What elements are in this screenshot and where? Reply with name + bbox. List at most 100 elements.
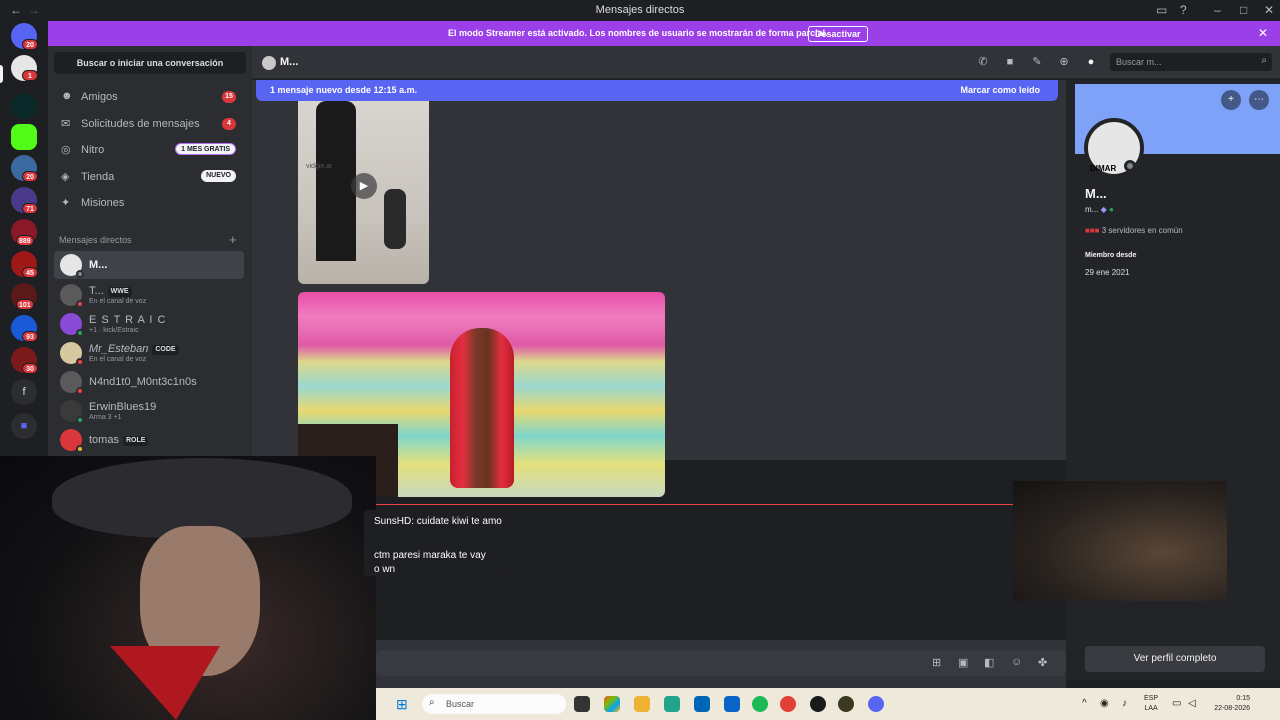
video-attachment[interactable]: vidgie.ai ▶ [298,101,429,284]
dm-item[interactable]: M... [54,251,244,279]
new-messages-bar[interactable]: 1 mensaje nuevo desde 12:15 a.m. Marcar … [256,80,1058,101]
new-messages-divider [376,504,1066,505]
message-input[interactable]: ⊞ ▣ ◧ ☺ ✤ [376,650,1066,676]
discord-icon[interactable] [868,696,884,712]
secondary-webcam-overlay [1013,481,1227,601]
new-messages-text: 1 mensaje nuevo desde 12:15 a.m. [270,85,418,95]
chevron-up-icon[interactable]: ^ [1082,698,1087,709]
dm-item[interactable]: E S T R A I C +1 · kick/Estraic [54,310,244,338]
close-icon[interactable]: ✕ [1258,26,1268,40]
input-language[interactable]: ESP LAA [1144,694,1158,714]
shop-icon: ◈ [61,171,70,183]
close-window-icon[interactable]: ✕ [1264,3,1274,17]
outlook-icon[interactable] [724,696,740,712]
taskbar-search-input[interactable]: ⌕ Buscar [422,694,566,714]
dm-badge: 1 [22,70,38,81]
sticker-icon[interactable]: ◧ [984,656,994,669]
server-letter-icon[interactable]: f [11,379,37,405]
maximize-icon[interactable]: □ [1240,3,1247,17]
apps-icon[interactable]: ✤ [1038,656,1047,669]
nav-label: Misiones [81,197,125,209]
add-friends-icon[interactable]: ⊕ [1057,55,1071,69]
windows-start-icon[interactable]: ⊞ [396,696,412,712]
store-icon[interactable] [694,696,710,712]
status-dot [76,300,84,308]
status-dot [76,329,84,337]
lang-code: ESP [1144,695,1159,702]
message-composer: ⊞ ▣ ◧ ☺ ✤ [376,640,1066,688]
server-kick-icon[interactable] [11,124,37,150]
create-dm-plus-icon[interactable]: + [229,232,237,247]
server-badge: 71 [22,203,38,214]
edge-icon[interactable] [664,696,680,712]
search-input[interactable]: Buscar m... ⌕ [1110,53,1272,71]
obs-icon[interactable] [810,696,826,712]
copilot-icon[interactable] [604,696,620,712]
dm-item[interactable]: Mr_Esteban CODE En el canal de voz [54,339,244,367]
server-badge: 101 [16,299,34,310]
gift-icon[interactable]: ⊞ [932,656,941,669]
clock-date: 22-08-2026 [1214,705,1250,712]
volume-icon[interactable]: ◁ [1188,698,1196,709]
app-icon[interactable] [838,696,854,712]
nav-message-requests[interactable]: ✉ Solicitudes de mensajes 4 [54,112,246,136]
microphone-icon[interactable]: ♪ [1122,698,1127,709]
clock[interactable]: 0:15 22-08-2026 [1206,694,1250,714]
view-full-profile-button[interactable]: Ver perfil completo [1085,646,1265,672]
chat-line: ctm paresi maraka te vay [374,550,486,561]
dm-name: T... WWE [89,285,132,297]
dm-activity: Arma 3 +1 [89,414,122,421]
title-bar: ← → Mensajes directos ▭ ? – □ ✕ [0,0,1280,21]
video-call-icon[interactable]: ■ [1003,55,1017,69]
server-radar-icon[interactable] [11,93,37,119]
help-icon[interactable]: ? [1180,3,1187,17]
display-icon[interactable]: ▭ [1172,698,1181,709]
user-profile-icon[interactable]: ● [1084,55,1098,69]
dm-section-header: Mensajes directos [59,235,132,245]
play-icon[interactable]: ▶ [351,173,377,199]
search-icon: ⌕ [1261,55,1267,66]
emoji-icon[interactable]: ☺ [1011,656,1022,668]
dm-sidebar: Buscar o iniciar una conversación ☻ Amig… [48,46,252,460]
find-conversation-button[interactable]: Buscar o iniciar una conversación [54,52,246,74]
badge-icon: ◆ [1100,205,1107,214]
nav-quests[interactable]: ✦ Misiones [54,191,246,215]
username: m... ◆ ● [1085,205,1114,214]
spotify-icon[interactable] [752,696,768,712]
voice-call-icon[interactable]: ✆ [976,55,990,69]
file-explorer-icon[interactable] [634,696,650,712]
task-view-icon[interactable] [574,696,590,712]
taskbar: ⊞ ⌕ Buscar ^ ◉ ♪ ESP LAA ▭ ◁ 0:15 22-08-… [376,688,1280,720]
status-dot [76,416,84,424]
dm-item[interactable]: N4nd1t0_M0nt3c1n0s [54,368,244,396]
minimize-icon[interactable]: – [1214,3,1221,17]
inbox-icon[interactable]: ▭ [1156,3,1167,17]
friends-badge: 15 [222,91,236,103]
pin-icon[interactable]: ✎ [1030,55,1044,69]
folder-icon[interactable]: ■ [11,413,37,439]
nav-friends[interactable]: ☻ Amigos 15 [54,85,246,109]
network-icon[interactable]: ◉ [1100,698,1109,709]
nav-nitro[interactable]: ◎ Nitro 1 MES GRATIS [54,138,246,162]
member-since-date: 29 ene 2021 [1085,268,1130,277]
more-options-icon[interactable]: ⋯ [1249,90,1269,110]
guild-tag: WWE [107,287,132,297]
nav-label: Nitro [81,144,105,156]
mark-read-button[interactable]: Marcar como leído [960,85,1040,95]
server-badge: 889 [16,235,34,246]
deactivate-button[interactable]: Desactivar [808,26,868,42]
chrome-icon[interactable] [780,696,796,712]
dm-item[interactable]: T... WWE En el canal de voz [54,281,244,309]
nav-shop[interactable]: ◈ Tienda NUEVO [54,165,246,189]
avatar-caption: DIMAR [1090,164,1117,173]
dm-item[interactable]: tomas ROLE [54,426,244,454]
status-dot [76,270,84,278]
watermark: vidgie.ai [306,163,332,170]
add-friend-icon[interactable]: + [1221,90,1241,110]
dm-item[interactable]: ErwinBlues19 Arma 3 +1 [54,397,244,425]
status-dot [76,387,84,395]
new-tag: NUEVO [201,170,236,182]
common-servers[interactable]: ■■■ 3 servidores en común [1085,226,1183,235]
gif-icon[interactable]: ▣ [958,656,968,669]
server-badge: 45 [22,267,38,278]
